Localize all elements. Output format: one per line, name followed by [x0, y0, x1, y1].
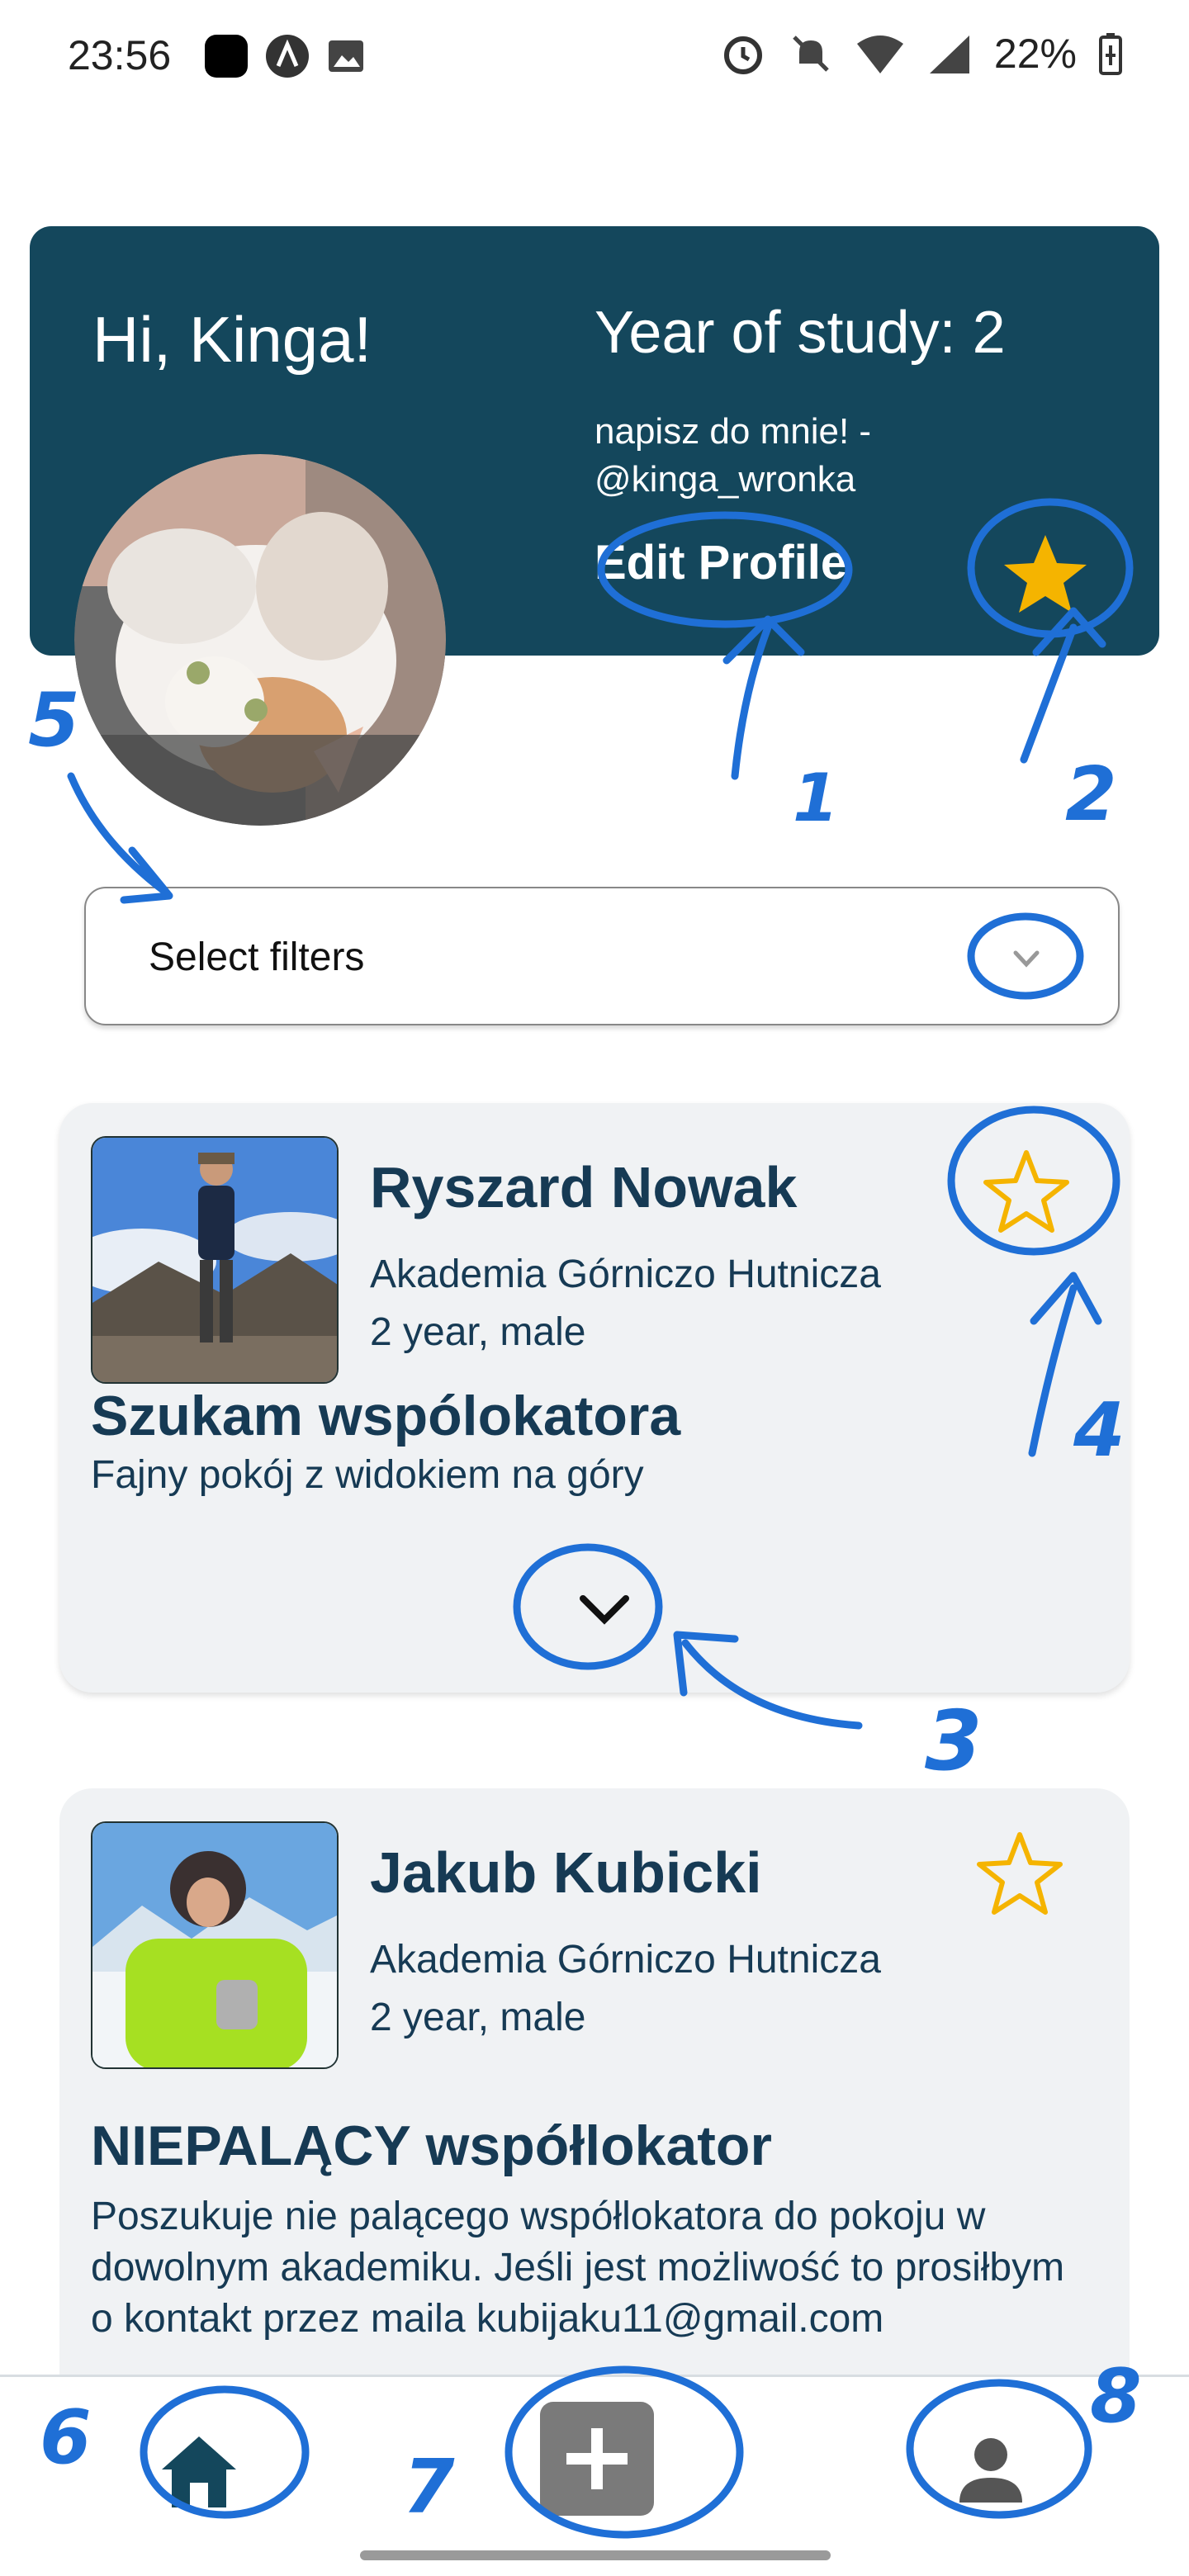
- bottom-navigation: [0, 2375, 1189, 2576]
- app-icon: [205, 35, 248, 78]
- expand-chevron-icon[interactable]: [571, 1585, 637, 1635]
- battery-charging-icon: [1099, 33, 1122, 75]
- status-right-icons: 22%: [720, 30, 1123, 78]
- battery-percent: 22%: [993, 31, 1077, 77]
- listing-info: 2 year, male: [370, 1310, 586, 1354]
- annotation-number: 8: [1090, 2353, 1142, 2440]
- listing-university: Akademia Górniczo Hutnicza: [370, 1938, 881, 1982]
- a-icon: [266, 35, 309, 78]
- annotation-number: 2: [1065, 751, 1117, 838]
- listing-info: 2 year, male: [370, 1996, 586, 2039]
- avatar-image: [74, 454, 446, 826]
- listing-name: Jakub Kubicki: [370, 1840, 762, 1905]
- contact-line-2: @kinga_wronka: [594, 459, 856, 500]
- home-indicator: [360, 2550, 831, 2560]
- listing-title: Szukam wspólokatora: [91, 1385, 681, 1447]
- plus-icon: [566, 2428, 628, 2489]
- alarm-icon: [723, 36, 762, 74]
- person-icon[interactable]: [950, 2427, 1032, 2509]
- listing-description: Fajny pokój z widokiem na góry: [91, 1453, 644, 1497]
- select-filters-dropdown[interactable]: Select filters: [84, 887, 1120, 1025]
- listing-card[interactable]: Ryszard Nowak Akademia Górniczo Hutnicza…: [59, 1103, 1130, 1693]
- select-filters-label: Select filters: [149, 935, 365, 979]
- listing-name: Ryszard Nowak: [370, 1155, 798, 1219]
- favorite-star-icon[interactable]: [978, 1144, 1075, 1237]
- avatar[interactable]: [74, 454, 446, 826]
- signal-icon: [929, 36, 969, 73]
- listing-description: Poszukuje nie palącego współlokatora do …: [91, 2195, 1065, 2341]
- add-post-button[interactable]: [540, 2402, 654, 2516]
- status-bar: 23:56 22%: [0, 0, 1189, 116]
- listing-title: NIEPALĄCY współlokator: [91, 2114, 772, 2177]
- status-time: 23:56: [68, 32, 172, 78]
- annotation-arrow: [67, 772, 173, 904]
- wifi-icon: [856, 36, 903, 73]
- annotation-number: 3: [925, 1693, 983, 1789]
- contact-line-1: napisz do mnie! -: [594, 411, 872, 452]
- listing-photo: [91, 1821, 339, 2069]
- annotation-number: 1: [793, 760, 839, 836]
- listing-university: Akademia Górniczo Hutnicza: [370, 1252, 881, 1296]
- annotation-number: 6: [40, 2394, 92, 2481]
- listing-photo: [91, 1136, 339, 1384]
- annotation-number: 4: [1073, 1387, 1125, 1474]
- favorite-star-icon[interactable]: [971, 1826, 1068, 1919]
- status-left-icons: [203, 33, 367, 79]
- chevron-down-icon[interactable]: [1006, 938, 1047, 979]
- annotation-number: 5: [28, 677, 80, 764]
- annotation-number: 7: [403, 2444, 455, 2531]
- home-icon[interactable]: [154, 2430, 244, 2512]
- image-icon: [329, 40, 363, 72]
- year-of-study: Year of study: 2: [594, 300, 1006, 366]
- bell-off-icon: [793, 36, 829, 72]
- listing-card[interactable]: Jakub Kubicki Akademia Górniczo Hutnicza…: [59, 1788, 1130, 2416]
- edit-profile-button[interactable]: Edit Profile: [594, 535, 847, 590]
- greeting-text: Hi, Kinga!: [92, 303, 372, 376]
- favorites-star-icon[interactable]: [996, 528, 1095, 619]
